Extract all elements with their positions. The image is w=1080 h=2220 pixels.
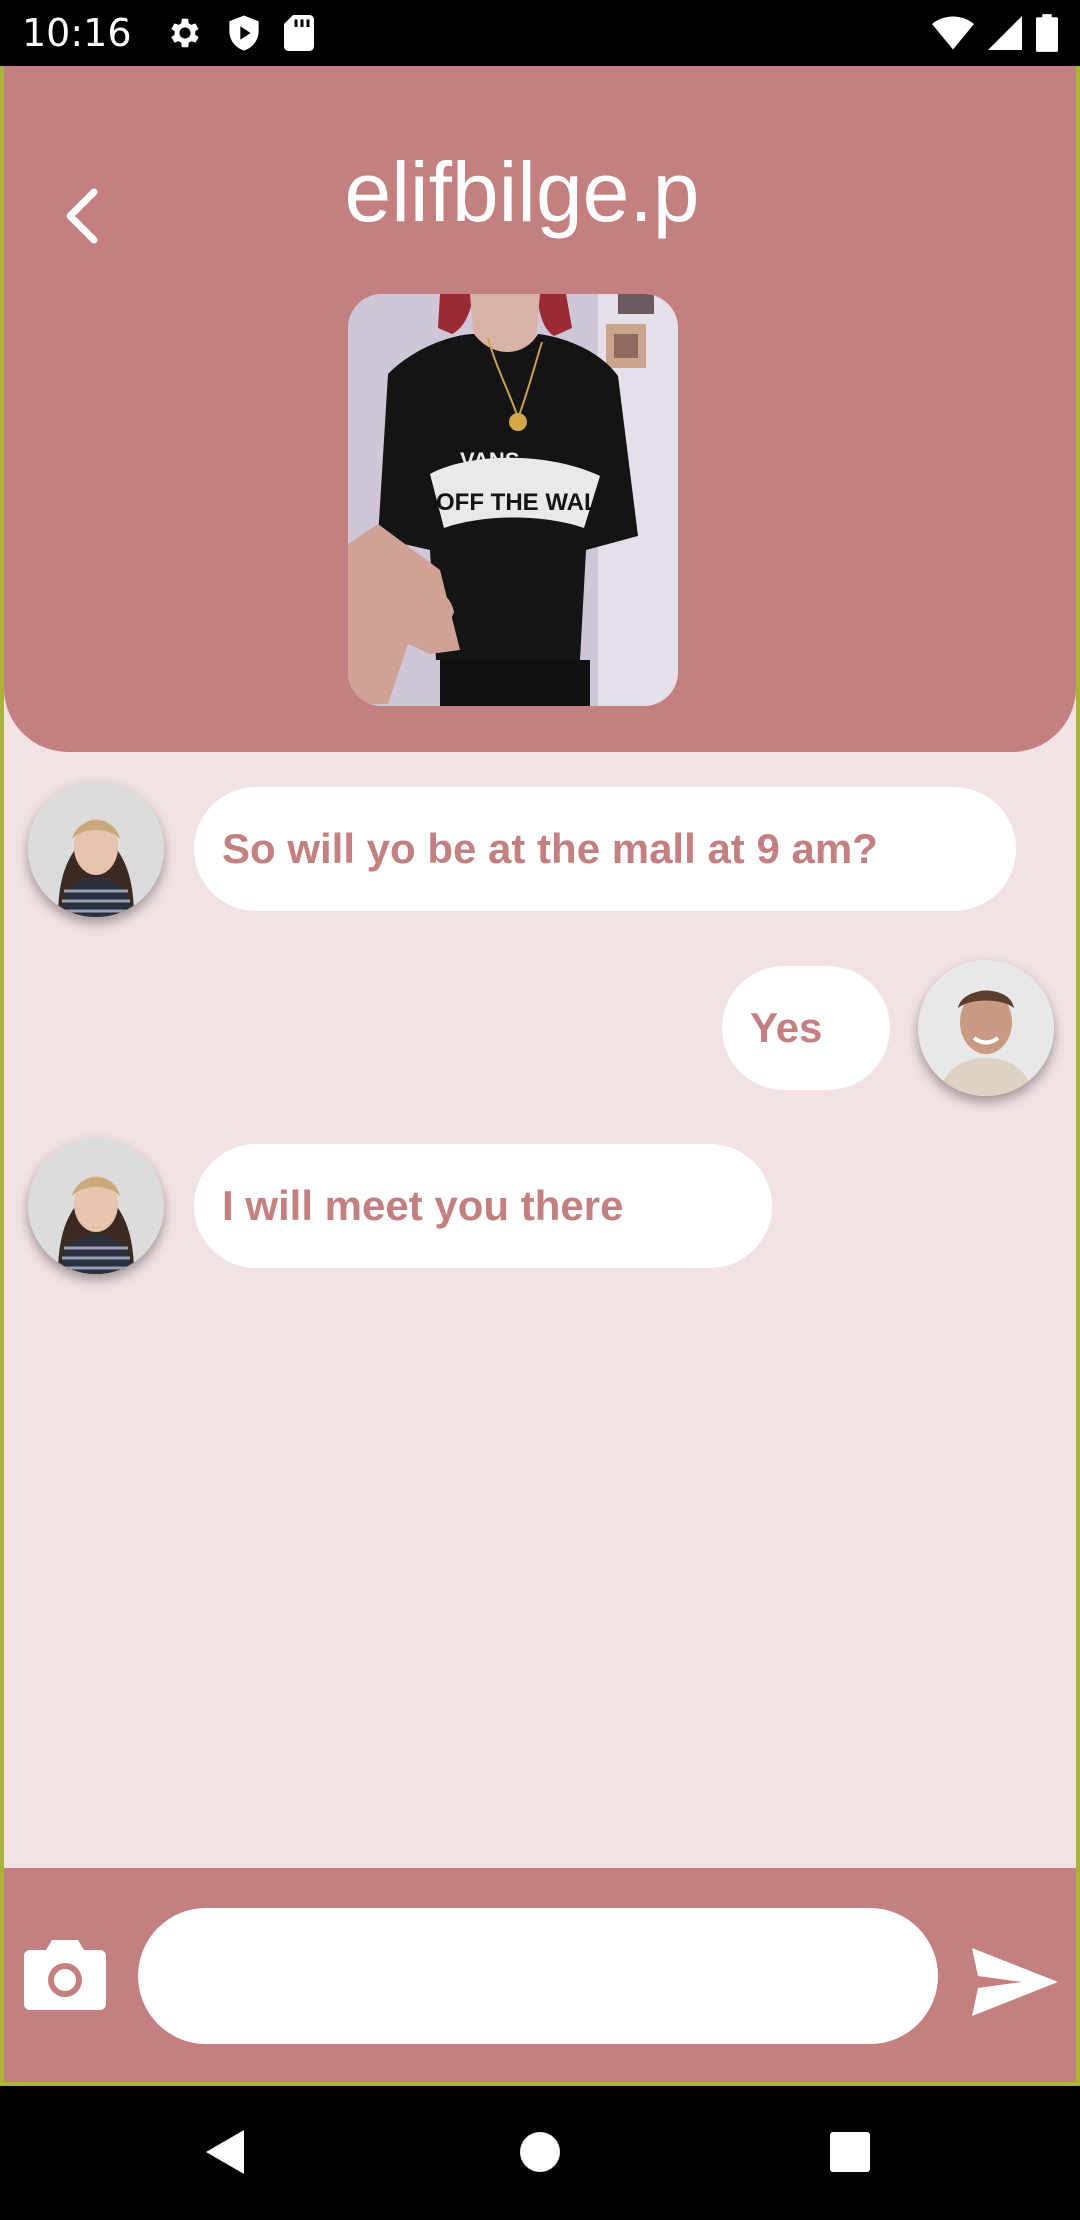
status-time: 10:16 — [22, 11, 132, 55]
svg-text:OFF THE WALL: OFF THE WALL — [436, 489, 613, 516]
contact-avatar[interactable] — [28, 781, 164, 917]
message-text: Yes — [750, 1004, 823, 1051]
signal-icon — [988, 15, 1022, 51]
status-bar: 10:16 — [0, 0, 1080, 66]
message-input[interactable] — [138, 1908, 938, 2044]
message-row: So will yo be at the mall at 9 am? — [28, 781, 1016, 917]
send-button[interactable] — [970, 1946, 1060, 2018]
send-icon — [970, 1948, 1060, 2022]
shield-play-icon — [226, 14, 262, 52]
message-bubble-received[interactable]: So will yo be at the mall at 9 am? — [194, 787, 1016, 911]
back-triangle-icon[interactable] — [204, 2128, 246, 2181]
product-image[interactable]: VANS OFF THE WALL — [348, 294, 678, 706]
system-nav-bar — [0, 2086, 1080, 2220]
status-icons-left — [166, 14, 314, 52]
message-input-bar — [4, 1868, 1076, 2082]
battery-icon — [1036, 14, 1058, 52]
message-bubble-sent[interactable]: Yes — [722, 966, 890, 1090]
camera-icon — [22, 1940, 108, 2016]
status-icons-right — [932, 14, 1058, 52]
sd-card-icon — [283, 15, 314, 51]
home-circle-icon[interactable] — [518, 2128, 562, 2181]
chat-title: elifbilge.p — [344, 145, 700, 239]
user-avatar[interactable] — [918, 960, 1054, 1096]
message-text: I will meet you there — [222, 1182, 624, 1229]
settings-icon — [166, 14, 204, 52]
recents-square-icon[interactable] — [828, 2128, 872, 2181]
camera-button[interactable] — [22, 1936, 108, 2012]
message-row: Yes — [722, 960, 1054, 1096]
svg-text:VANS: VANS — [460, 448, 520, 473]
chat-header: elifbilge.p VANS OFF THE WALL — [4, 66, 1076, 752]
message-row: I will meet you there — [28, 1138, 772, 1274]
contact-avatar[interactable] — [28, 1138, 164, 1274]
wifi-icon — [932, 15, 974, 51]
chat-screen: elifbilge.p VANS OFF THE WALL So will yo… — [0, 66, 1080, 2086]
message-text: So will yo be at the mall at 9 am? — [222, 825, 878, 872]
message-bubble-received[interactable]: I will meet you there — [194, 1144, 772, 1268]
